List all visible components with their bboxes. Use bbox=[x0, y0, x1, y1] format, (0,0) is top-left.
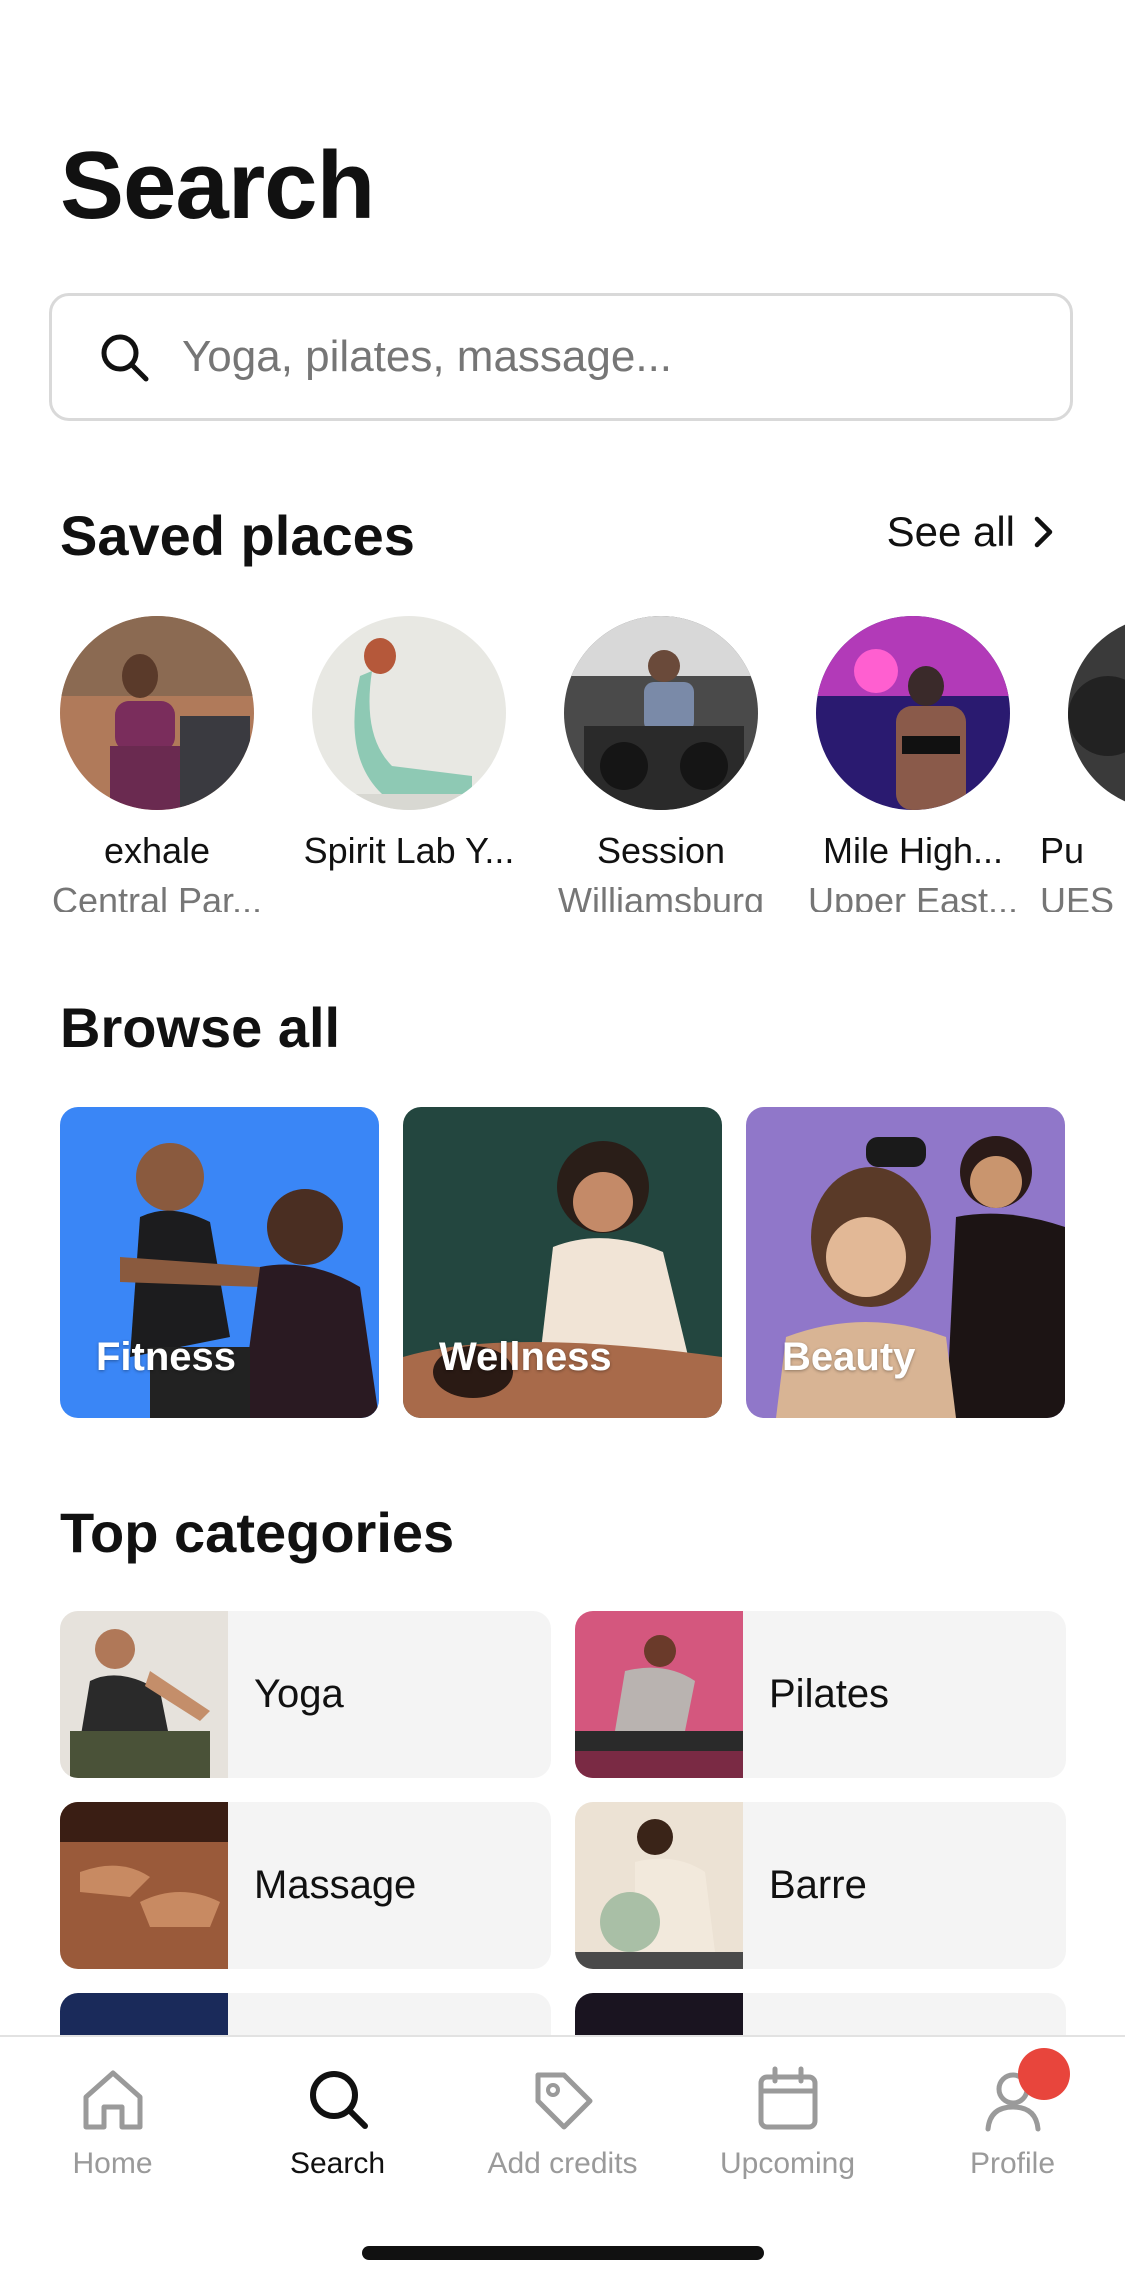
tab-profile[interactable]: Profile bbox=[900, 2063, 1125, 2181]
saved-place-name: Mile High... bbox=[822, 830, 1004, 871]
browse-card-label: Beauty bbox=[782, 1335, 916, 1379]
category-label: Barre bbox=[769, 1863, 867, 1907]
saved-places-title: Saved places bbox=[60, 504, 415, 567]
search-icon bbox=[309, 2071, 368, 2129]
tab-label: Home bbox=[72, 2147, 153, 2180]
tab-label: Upcoming bbox=[719, 2147, 856, 2180]
search-placeholder: Yoga, pilates, massage... bbox=[182, 332, 673, 381]
saved-place-item[interactable]: Spirit Lab Y... bbox=[284, 612, 534, 880]
saved-place-item[interactable]: Mile High... Upper East... bbox=[788, 612, 1038, 912]
saved-place-name: exhale bbox=[103, 830, 211, 871]
browse-all-list: Fitness Wellness Beauty bbox=[60, 1107, 1065, 1418]
see-all-link[interactable]: See all bbox=[887, 508, 1055, 556]
chevron-right-icon bbox=[1034, 516, 1053, 548]
saved-place-location: Williamsburg bbox=[557, 880, 765, 912]
yoga-photo bbox=[60, 1611, 228, 1778]
saved-place-name: Session bbox=[596, 830, 726, 871]
browse-card-fitness[interactable]: Fitness bbox=[60, 1107, 379, 1418]
saved-place-item[interactable]: Session Williamsburg bbox=[536, 612, 786, 912]
tab-search[interactable]: Search bbox=[225, 2063, 450, 2181]
saved-place-item[interactable]: Pu UES bbox=[1040, 612, 1125, 912]
saved-place-location: Upper East... bbox=[807, 880, 1019, 912]
saved-place-item[interactable]: exhale Central Par... bbox=[40, 612, 282, 912]
tab-label: Profile bbox=[969, 2147, 1056, 2180]
notification-badge bbox=[1018, 2048, 1070, 2100]
saved-place-photo bbox=[312, 616, 506, 810]
category-label: Pilates bbox=[769, 1672, 890, 1716]
home-indicator bbox=[362, 2246, 764, 2260]
tab-home[interactable]: Home bbox=[0, 2063, 225, 2181]
see-all-label: See all bbox=[886, 508, 1015, 555]
category-label: Massage bbox=[254, 1863, 417, 1907]
search-input[interactable]: Yoga, pilates, massage... bbox=[49, 293, 1073, 421]
category-yoga[interactable]: Yoga bbox=[60, 1611, 551, 1778]
barre-photo bbox=[575, 1802, 743, 1969]
pilates-photo bbox=[575, 1611, 743, 1778]
saved-place-name: Pu bbox=[1040, 830, 1085, 871]
category-massage[interactable]: Massage bbox=[60, 1802, 551, 1969]
saved-place-location: Central Par... bbox=[51, 880, 263, 912]
tab-label: Search bbox=[289, 2147, 386, 2180]
tab-upcoming[interactable]: Upcoming bbox=[675, 2063, 900, 2181]
browse-card-label: Fitness bbox=[96, 1335, 237, 1379]
category-barre[interactable]: Barre bbox=[575, 1802, 1066, 1969]
saved-place-photo bbox=[1068, 616, 1125, 810]
tab-add-credits[interactable]: Add credits bbox=[450, 2063, 675, 2181]
saved-place-photo bbox=[60, 616, 254, 810]
tag-icon bbox=[535, 2072, 592, 2130]
saved-place-name: Spirit Lab Y... bbox=[303, 830, 515, 871]
saved-place-photo bbox=[816, 616, 1010, 810]
browse-card-label: Wellness bbox=[439, 1335, 612, 1379]
browse-card-wellness[interactable]: Wellness bbox=[403, 1107, 722, 1418]
saved-place-location: UES bbox=[1040, 880, 1115, 912]
page-title: Search bbox=[60, 132, 375, 239]
massage-photo bbox=[60, 1802, 228, 1969]
tab-label: Add credits bbox=[487, 2147, 638, 2180]
browse-card-beauty[interactable]: Beauty bbox=[746, 1107, 1065, 1418]
browse-all-title: Browse all bbox=[60, 996, 341, 1059]
home-icon bbox=[83, 2070, 142, 2130]
calendar-icon bbox=[758, 2066, 817, 2130]
top-categories-title: Top categories bbox=[60, 1501, 455, 1564]
search-icon bbox=[101, 334, 149, 382]
category-pilates[interactable]: Pilates bbox=[575, 1611, 1066, 1778]
saved-places-list: exhale Central Par... Spirit Lab Y... Se… bbox=[40, 612, 1125, 912]
category-label: Yoga bbox=[254, 1672, 344, 1716]
saved-place-photo bbox=[564, 616, 758, 810]
